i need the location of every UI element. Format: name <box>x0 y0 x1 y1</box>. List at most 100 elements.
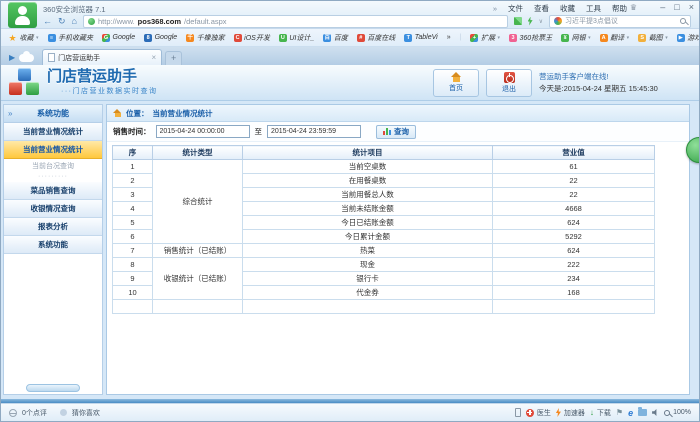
location-label: 位置： <box>126 108 149 119</box>
bookmark-label: 千橡独家 <box>197 33 225 43</box>
tab-close-icon[interactable]: × <box>151 53 156 62</box>
back-button[interactable]: ← <box>43 15 52 27</box>
reviews-count[interactable]: 0个点评 <box>22 408 47 418</box>
bookmark-item[interactable]: C iOS开发 <box>234 33 270 43</box>
bookmark-item[interactable]: 8 Google <box>144 34 177 42</box>
folder-icon[interactable] <box>638 409 647 416</box>
sidebar-item-system[interactable]: 系统功能 <box>4 236 102 254</box>
content-panel: 位置： 当前营业情况统计 销售时间： 至 查询 序 统计类型 <box>106 104 690 395</box>
translate-icon: A <box>600 34 608 42</box>
cell-value: 22 <box>493 188 655 202</box>
bookmark-favorites[interactable]: ★ 收藏 ▾ <box>8 33 39 43</box>
refresh-button[interactable]: ↻ <box>58 15 66 27</box>
search-query: 习近平提3点倡议 <box>565 16 677 26</box>
toolbar-extension-item[interactable]: + 扩展 ▾ <box>470 33 500 43</box>
toolbar-label: 游戏 <box>687 33 699 43</box>
cell-category: 收银统计（已结账） <box>153 258 243 300</box>
cell-value: 222 <box>493 258 655 272</box>
toolbar-label: 网银 <box>572 33 586 43</box>
phone-mode-button[interactable] <box>515 408 521 417</box>
bookmarks-overflow-icon[interactable]: » <box>447 34 451 41</box>
chevron-down-icon: ▾ <box>588 35 591 41</box>
menu-favorites[interactable]: 收藏 <box>560 3 575 14</box>
sidebar-item-cashier[interactable]: 收银情况查询 <box>4 200 102 218</box>
bar-chart-icon <box>383 128 391 135</box>
app-exit-label: 退出 <box>502 84 516 94</box>
extensions-icon[interactable] <box>514 17 522 25</box>
zoom-control[interactable]: 100% <box>664 409 691 416</box>
time-to-input[interactable] <box>267 125 361 138</box>
toolbar-extension-item[interactable]: A 翻译 ▾ <box>600 33 630 43</box>
toolbar-label: 360抢票王 <box>519 33 552 43</box>
sidebar-item-reports[interactable]: 报表分析 <box>4 218 102 236</box>
ie-mode-icon[interactable]: e <box>628 408 633 418</box>
guess-you-like[interactable]: 猜你喜欢 <box>72 408 100 418</box>
doctor-button[interactable]: 医生 <box>526 408 551 418</box>
bookmark-label: 百度在线 <box>367 33 395 43</box>
bookmark-item[interactable]: 百 百度 <box>323 33 348 43</box>
magnifier-icon <box>664 410 670 416</box>
sidebar-item-dish-sales[interactable]: 菜品销售查询 <box>4 182 102 200</box>
restore-tabs-icon[interactable]: ▶ <box>9 53 15 62</box>
tab-active[interactable]: 门店营运助手 × <box>42 49 162 65</box>
bookmark-item[interactable]: U UI设计_ <box>279 33 314 43</box>
logo-cube-red <box>9 82 22 95</box>
bookmark-item[interactable]: T TableVi <box>404 34 437 42</box>
toolbar-extension-item[interactable]: 3 360抢票王 <box>509 33 552 43</box>
menu-overflow-icon[interactable]: » <box>493 4 497 13</box>
user-avatar[interactable] <box>8 2 37 28</box>
toolbar-extension-item[interactable]: S 截图 ▾ <box>638 33 668 43</box>
app-subtitle: ···门店营业数据实时查询 <box>61 86 158 96</box>
logo-cube-green <box>26 82 39 95</box>
time-from-input[interactable] <box>156 125 250 138</box>
logo-cube-blue <box>18 68 31 81</box>
globe-icon <box>9 409 17 417</box>
sidebar-footer-pill[interactable] <box>26 384 80 392</box>
app-home-button[interactable]: 首页 <box>433 69 479 97</box>
bookmark-item[interactable]: 千 千橡独家 <box>186 33 225 43</box>
chevron-down-icon[interactable]: ∨ <box>539 18 543 25</box>
bookmark-item[interactable]: ≡ 手机收藏夹 <box>48 33 94 43</box>
menu-view[interactable]: 查看 <box>534 3 549 14</box>
query-button[interactable]: 查询 <box>376 125 416 139</box>
restore-button[interactable]: □ <box>674 2 679 12</box>
menu-tools[interactable]: 工具 <box>586 3 601 14</box>
minimize-button[interactable]: – <box>660 2 665 12</box>
sidebar-item-table-status[interactable]: 当前台况查询 <box>4 159 102 173</box>
power-icon <box>504 72 515 83</box>
sidebar-item-business-stats-selected[interactable]: 当前营业情况统计 <box>4 141 102 159</box>
home-button[interactable]: ⌂ <box>72 15 77 27</box>
address-bar[interactable]: http://www.pos368.com/default.aspx <box>83 15 508 28</box>
cell-no: 2 <box>113 174 153 188</box>
vip-icon[interactable]: ♛ <box>630 3 637 12</box>
download-arrow-icon: ↓ <box>590 408 594 417</box>
toolbar-extension-item[interactable]: ¥ 网银 ▾ <box>561 33 591 43</box>
flag-icon[interactable]: ⚑ <box>616 408 623 417</box>
collapse-icon[interactable]: » <box>8 109 12 118</box>
menu-file[interactable]: 文件 <box>508 3 523 14</box>
speaker-icon[interactable] <box>652 409 659 416</box>
sidebar-item-business-stats-group[interactable]: 当前营业情况统计 <box>4 123 102 141</box>
speed-icon[interactable] <box>528 17 533 26</box>
search-box[interactable]: 习近平提3点倡议 <box>549 15 691 28</box>
menu-help[interactable]: 帮助 <box>612 3 627 14</box>
toolbar-extension-item[interactable]: ▶ 游戏 ▾ <box>677 33 699 43</box>
divider: | <box>460 34 462 41</box>
download-button[interactable]: ↓ 下载 <box>590 408 611 418</box>
sidebar-header[interactable]: » 系统功能 <box>4 105 102 123</box>
chevron-down-icon: ▾ <box>665 35 668 41</box>
app-exit-button[interactable]: 退出 <box>486 69 532 97</box>
close-button[interactable]: × <box>689 2 694 12</box>
browser-window: 360安全浏览器 7.1 » 文件 查看 收藏 工具 帮助 ♛ – □ × ← … <box>0 0 700 422</box>
new-tab-button[interactable]: + <box>165 51 182 65</box>
bookmark-item[interactable]: G Google <box>102 34 135 42</box>
col-item: 统计项目 <box>243 146 493 160</box>
ios-dev-icon: C <box>234 34 242 42</box>
cell-value: 624 <box>493 216 655 230</box>
accelerator-button[interactable]: 加速器 <box>556 408 585 418</box>
bookmark-item[interactable]: # 百度在线 <box>357 33 396 43</box>
bookmark-label: 百度 <box>334 33 348 43</box>
search-icon[interactable] <box>680 18 686 24</box>
col-value: 营业值 <box>493 146 655 160</box>
cloud-sync-icon[interactable] <box>19 54 34 62</box>
